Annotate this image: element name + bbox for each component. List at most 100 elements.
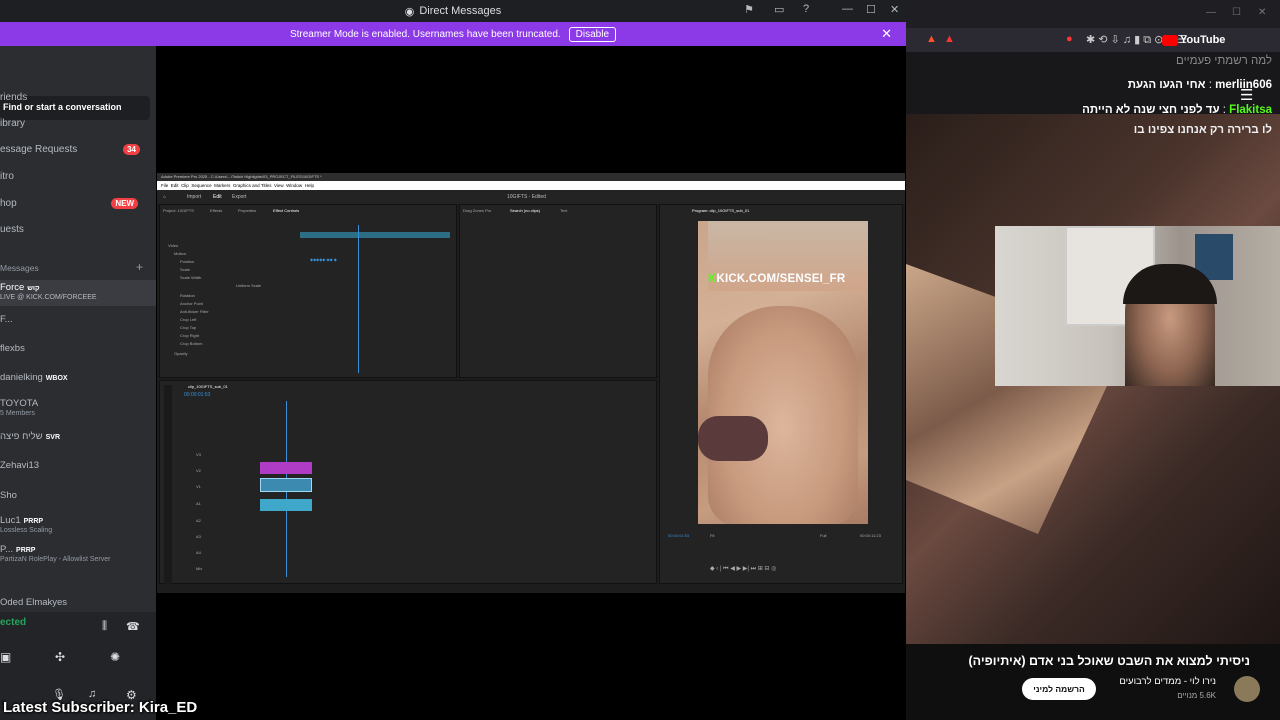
timeline-timecode[interactable]: 00:00:01:53 [184,392,210,398]
menu-clip[interactable]: Clip [181,183,189,188]
disable-button[interactable]: Disable [568,26,617,42]
subscriber-count: 5.6K מנויים [1177,691,1216,700]
tab-project[interactable]: Project: 10GIFTS [163,208,194,213]
menu-window[interactable]: Window [286,183,302,188]
close-banner-icon[interactable]: ✕ [881,26,892,42]
menu-view[interactable]: View [274,183,284,188]
minimize-icon[interactable]: — [842,3,853,15]
inbox-icon[interactable]: ⚑ [744,3,754,16]
dm-item[interactable]: flexbs [0,343,156,354]
program-tab[interactable]: Program: clip_10GIFTS_sub_01 [692,208,749,213]
playhead[interactable] [358,225,359,373]
tab-drag-zones[interactable]: Drag Zones Pro [463,208,491,213]
dm-name: TOYOTA [0,398,39,409]
track-label: A1 [196,501,201,506]
dm-name: Luc1 [0,515,21,526]
dm-name: Force [0,282,25,293]
tools-bar[interactable] [164,385,172,585]
sequence-tab[interactable]: clip_10GIFTS_sub_01 [188,384,228,389]
effect-row: Anti-flicker Filter [180,309,209,314]
nav-shop[interactable]: hop NEW [0,198,156,214]
track-label: A4 [196,550,201,555]
rewards-icon[interactable]: ▲ [944,33,955,45]
dm-item[interactable]: danielking WBOX [0,372,156,383]
dm-item[interactable]: Oded Elmakyes [0,597,156,608]
fit-dropdown[interactable]: Fit [710,533,714,538]
tab-edit[interactable]: Edit [213,194,222,200]
nav-label: itro [0,171,14,182]
channel-avatar[interactable] [1234,676,1260,702]
transport-controls[interactable]: ◆ ‹ | ⏮ ◀ ▶ ▶| ⏭ ⊞ ⊟ ◎ [710,565,776,573]
dm-item[interactable]: Zehavi13 [0,460,156,471]
menu-icon[interactable]: ☰ [1240,86,1253,104]
premiere-window: Adobe Premiere Pro 2025 - C:\Users\...\T… [157,173,905,593]
dm-name: danielking [0,372,43,383]
tab-effect-controls[interactable]: Effect Controls [273,208,299,213]
track-label: A3 [196,534,201,539]
activity-icon[interactable]: ✣ [55,650,65,664]
nav-nitro[interactable]: itro [0,171,156,187]
dm-item[interactable]: Sho [0,490,156,501]
tab-export[interactable]: Export [232,194,246,200]
dm-item[interactable]: Force קוש LIVE @ KICK.COM/FORCEEE [0,280,156,306]
dm-name: Oded Elmakyes [0,597,68,608]
dm-item[interactable]: TOYOTA 5 Members [0,398,156,417]
nav-message-requests[interactable]: essage Requests 34 [0,144,156,160]
tab-search[interactable]: Search (no clips) [510,208,540,213]
chat-text: אחי הגעו הגעת [1127,79,1206,91]
effect-row: Crop Right [180,333,200,338]
nav-label: riends [0,92,28,103]
close-icon[interactable]: ✕ [890,3,899,16]
dm-name: Zehavi13 [0,460,40,471]
maximize-icon[interactable]: ☐ [866,3,876,16]
close-icon[interactable]: ✕ [1258,7,1266,18]
minimize-icon[interactable]: — [1206,7,1216,18]
menu-sequence[interactable]: Sequence [191,183,211,188]
disconnect-icon[interactable]: ☎ [126,620,140,633]
program-video-frame: KKICK.COM/SENSEI_FR [698,221,868,524]
tab-text[interactable]: Text [560,208,567,213]
menu-markers[interactable]: Markers [214,183,230,188]
banner-text: Streamer Mode is enabled. Usernames have… [289,28,561,40]
resolution-dropdown[interactable]: Full [820,533,826,538]
maximize-icon[interactable]: ☐ [1232,7,1241,18]
nav-library[interactable]: ibrary [0,118,156,134]
help-icon[interactable]: ? [803,3,809,15]
dm-item[interactable]: F... [0,314,156,325]
clip-audio[interactable] [260,499,312,511]
brave-shield-icon[interactable]: ▲ [926,33,937,45]
soundboard-icon[interactable]: ✺ [110,650,120,664]
program-timecode[interactable]: 00:00:01:53 [668,533,689,538]
video-icon[interactable]: ▣ [0,650,11,664]
dm-item[interactable]: שליח פיצה SVR [0,431,156,442]
window-icon[interactable]: ▭ [774,3,784,16]
dm-item[interactable]: Luc1 PRRP Lossless Scaling [0,515,156,534]
tab-effects[interactable]: Effects [210,208,222,213]
home-icon[interactable]: ⌂ [163,194,166,200]
menu-file[interactable]: File [161,183,168,188]
noise-suppression-icon[interactable]: ⫼ [102,620,107,633]
nav-friends[interactable]: riends [0,92,156,108]
menu-graphics[interactable]: Graphics and Titles [233,183,272,188]
window-title: Direct Messages [419,5,502,17]
menu-edit[interactable]: Edit [171,183,179,188]
effect-row: Motion [174,251,187,256]
record-icon[interactable]: ● [1066,33,1073,45]
menu-help[interactable]: Help [305,183,314,188]
tab-properties[interactable]: Properties [238,208,256,213]
dm-name: P... [0,544,14,555]
subscribe-button[interactable]: הרשמה למיני [1022,678,1096,700]
video-title[interactable]: ניסיתי למצוא את השבט שאוכל בני אדם (איתי… [969,654,1251,668]
discord-logo-icon: ◉ [404,5,415,18]
keyframes[interactable]: ◆◆◆◆◆ ◆◆ ◆ [310,257,337,262]
dm-tag: קוש [27,285,40,292]
channel-name[interactable]: נירו לוי - ממדים לרבועים [1119,676,1216,687]
clip-video[interactable] [260,478,312,492]
nav-quests[interactable]: uests [0,224,156,240]
clip-graphics[interactable] [260,462,312,474]
create-dm-icon[interactable]: + [136,260,143,274]
tab-import[interactable]: Import [187,194,201,200]
nav-label: hop [0,198,17,209]
timeline-panel: clip_10GIFTS_sub_01 00:00:01:53 V3 V2 V1… [159,380,657,585]
dm-item[interactable]: P... PRRP PartizaN RolePlay - Allowlist Se… [0,544,156,563]
